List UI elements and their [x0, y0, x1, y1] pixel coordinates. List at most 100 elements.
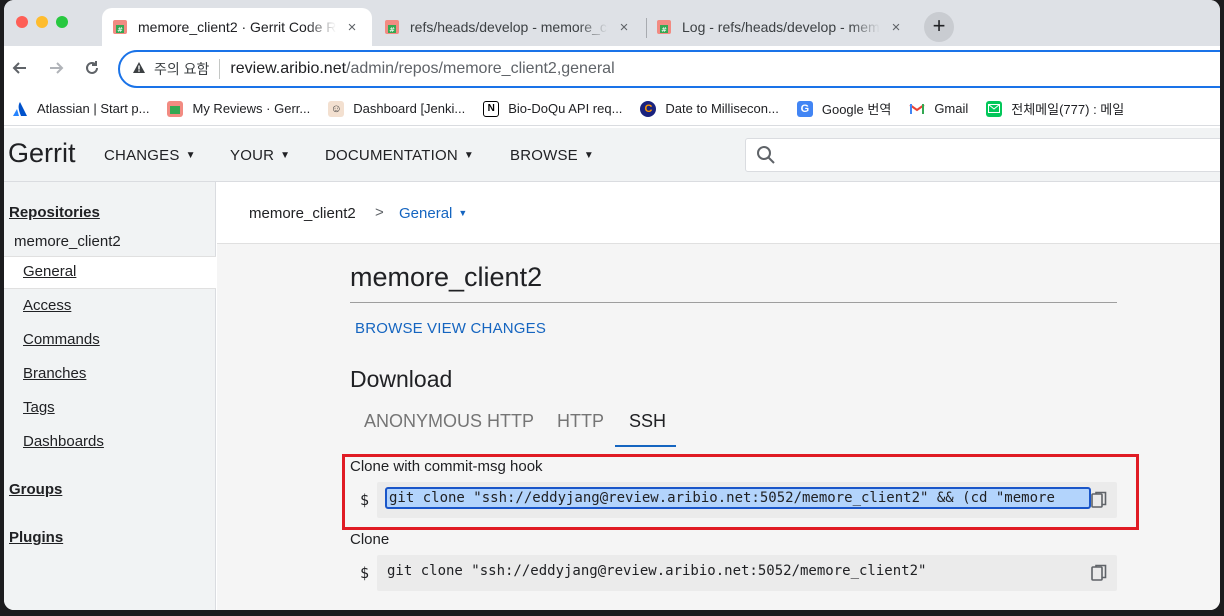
breadcrumb-section-label: General — [399, 205, 453, 222]
sidebar-item-general[interactable]: General — [23, 263, 76, 280]
sidebar-item-tags[interactable]: Tags — [23, 399, 55, 416]
window-close-button[interactable] — [16, 16, 28, 28]
forward-arrow-icon[interactable] — [46, 58, 66, 82]
bookmarks-bar: Atlassian | Start p... My Reviews · Gerr… — [4, 92, 1220, 126]
sidebar-groups-link[interactable]: Groups — [9, 481, 62, 498]
browser-tab-gerrit[interactable]: # memore_client2 · Gerrit Code Review × — [102, 8, 372, 46]
tab-title: memore_client2 · Gerrit Code Review — [138, 19, 336, 35]
svg-text:#: # — [117, 26, 123, 34]
bookmark-jenkins[interactable]: ☺ Dashboard [Jenki... — [328, 100, 466, 117]
bookmark-google-translate[interactable]: G Google 번역 — [796, 99, 892, 118]
chevron-right-icon: > — [375, 204, 384, 221]
command-field[interactable]: git clone "ssh://eddyjang@review.aribio.… — [377, 555, 1117, 591]
bookmark-label: Google 번역 — [821, 102, 892, 117]
page-title: memore_client2 — [350, 262, 543, 292]
bookmark-notion[interactable]: N Bio-DoQu API req... — [483, 100, 623, 117]
bookmark-label: Dashboard [Jenki... — [353, 101, 466, 116]
menu-label: DOCUMENTATION — [325, 147, 458, 164]
sidebar-repositories-link[interactable]: Repositories — [9, 204, 100, 221]
gmail-icon — [909, 101, 925, 117]
currentmillis-icon: C — [640, 100, 657, 117]
annotation-highlight-box — [342, 454, 1139, 530]
bookmark-currentmillis[interactable]: C Date to Millisecon... — [640, 100, 779, 117]
gerrit-icon — [167, 100, 184, 117]
tab-strip: # memore_client2 · Gerrit Code Review × … — [4, 0, 1220, 46]
gerrit-favicon-icon: # — [385, 20, 399, 34]
sidebar-repo-name: memore_client2 — [14, 233, 121, 250]
menu-documentation[interactable]: DOCUMENTATION ▼ — [325, 147, 474, 164]
browser-tab-log[interactable]: # Log - refs/heads/develop - memore_clie… — [646, 8, 916, 46]
caret-down-icon: ▼ — [458, 208, 468, 218]
browse-button[interactable]: BROWSE — [355, 320, 423, 337]
bookmark-mail[interactable]: 전체메일(777) : 메일 — [986, 99, 1124, 118]
window-zoom-button[interactable] — [56, 16, 68, 28]
url-host: review.aribio.net — [230, 60, 347, 77]
breadcrumb-section-dropdown[interactable]: General ▼ — [399, 205, 467, 222]
browser-toolbar: 주의 요함 review.aribio.net/admin/repos/memo… — [4, 46, 1220, 90]
tab-anonymous-http[interactable]: ANONYMOUS HTTP — [364, 411, 534, 432]
bookmark-label: Date to Millisecon... — [665, 101, 779, 116]
download-heading: Download — [350, 366, 453, 392]
gerrit-favicon-icon: # — [113, 20, 127, 34]
search-input[interactable] — [745, 138, 1220, 172]
bookmark-label: Bio-DoQu API req... — [508, 101, 623, 116]
command-label: Clone — [350, 531, 390, 548]
menu-your[interactable]: YOUR ▼ — [230, 147, 290, 164]
title-divider — [350, 302, 1117, 303]
menu-label: BROWSE — [510, 147, 578, 164]
tab-title: refs/heads/develop - memore_client2 — [410, 19, 608, 35]
copy-icon[interactable] — [1091, 564, 1107, 587]
tab-ssh[interactable]: SSH — [629, 411, 666, 432]
bookmark-label: Gmail — [934, 101, 969, 116]
menu-changes[interactable]: CHANGES ▼ — [104, 147, 196, 164]
view-changes-button[interactable]: VIEW CHANGES — [427, 320, 546, 337]
browser-window: # memore_client2 · Gerrit Code Review × … — [4, 0, 1220, 610]
tab-close-icon[interactable]: × — [888, 19, 904, 36]
command-text[interactable]: git clone "ssh://eddyjang@review.aribio.… — [387, 563, 926, 579]
bookmark-label: 전체메일(777) : 메일 — [1011, 102, 1125, 117]
command-prompt: $ — [360, 564, 370, 582]
menu-label: CHANGES — [104, 147, 180, 164]
caret-down-icon: ▼ — [280, 150, 291, 161]
gerrit-logo[interactable]: Gerrit — [8, 138, 76, 169]
tab-close-icon[interactable]: × — [344, 19, 360, 36]
sidebar-item-access[interactable]: Access — [23, 297, 71, 314]
jenkins-icon: ☺ — [328, 100, 345, 117]
menu-label: YOUR — [230, 147, 275, 164]
bookmark-my-reviews[interactable]: My Reviews · Gerr... — [167, 100, 311, 117]
sidebar-item-branches[interactable]: Branches — [23, 365, 86, 382]
notion-icon: N — [483, 100, 500, 117]
caret-down-icon: ▼ — [185, 150, 196, 161]
gerrit-favicon-icon: # — [657, 20, 671, 34]
breadcrumb-repo: memore_client2 — [249, 205, 356, 222]
svg-text:#: # — [389, 26, 395, 34]
gerrit-header: Gerrit CHANGES ▼ YOUR ▼ DOCUMENTATION ▼ BRO… — [4, 128, 1220, 182]
mail-icon — [986, 100, 1003, 117]
bookmark-atlassian[interactable]: Atlassian | Start p... — [12, 101, 149, 117]
main-content: memore_client2 > General ▼ memore_client2… — [217, 182, 1220, 610]
atlassian-icon — [12, 101, 28, 117]
bookmark-gmail[interactable]: Gmail — [909, 101, 968, 117]
address-separator — [219, 59, 221, 79]
tab-http[interactable]: HTTP — [557, 411, 604, 432]
sidebar-item-dashboards[interactable]: Dashboards — [23, 433, 104, 450]
sidebar-plugins-link[interactable]: Plugins — [9, 529, 63, 546]
tab-close-icon[interactable]: × — [616, 19, 632, 36]
back-arrow-icon[interactable] — [10, 58, 30, 82]
security-label[interactable]: 주의 요함 — [154, 59, 209, 79]
menu-browse[interactable]: BROWSE ▼ — [510, 147, 594, 164]
svg-text:#: # — [661, 26, 667, 34]
google-translate-icon: G — [796, 100, 813, 117]
sidebar-item-commands[interactable]: Commands — [23, 331, 100, 348]
browser-tab-refs[interactable]: # refs/heads/develop - memore_client2 × — [374, 8, 644, 46]
new-tab-button[interactable]: + — [924, 12, 954, 42]
window-minimize-button[interactable] — [36, 16, 48, 28]
address-bar[interactable]: 주의 요함 review.aribio.net/admin/repos/memo… — [118, 50, 1220, 88]
bookmark-label: Atlassian | Start p... — [37, 101, 150, 116]
caret-down-icon: ▼ — [463, 150, 474, 161]
caret-down-icon: ▼ — [583, 150, 594, 161]
warning-triangle-icon[interactable] — [132, 61, 146, 77]
bookmark-label: My Reviews · Gerr... — [192, 101, 311, 116]
url-path: /admin/repos/memore_client2,general — [346, 60, 615, 77]
reload-icon[interactable] — [82, 58, 102, 82]
